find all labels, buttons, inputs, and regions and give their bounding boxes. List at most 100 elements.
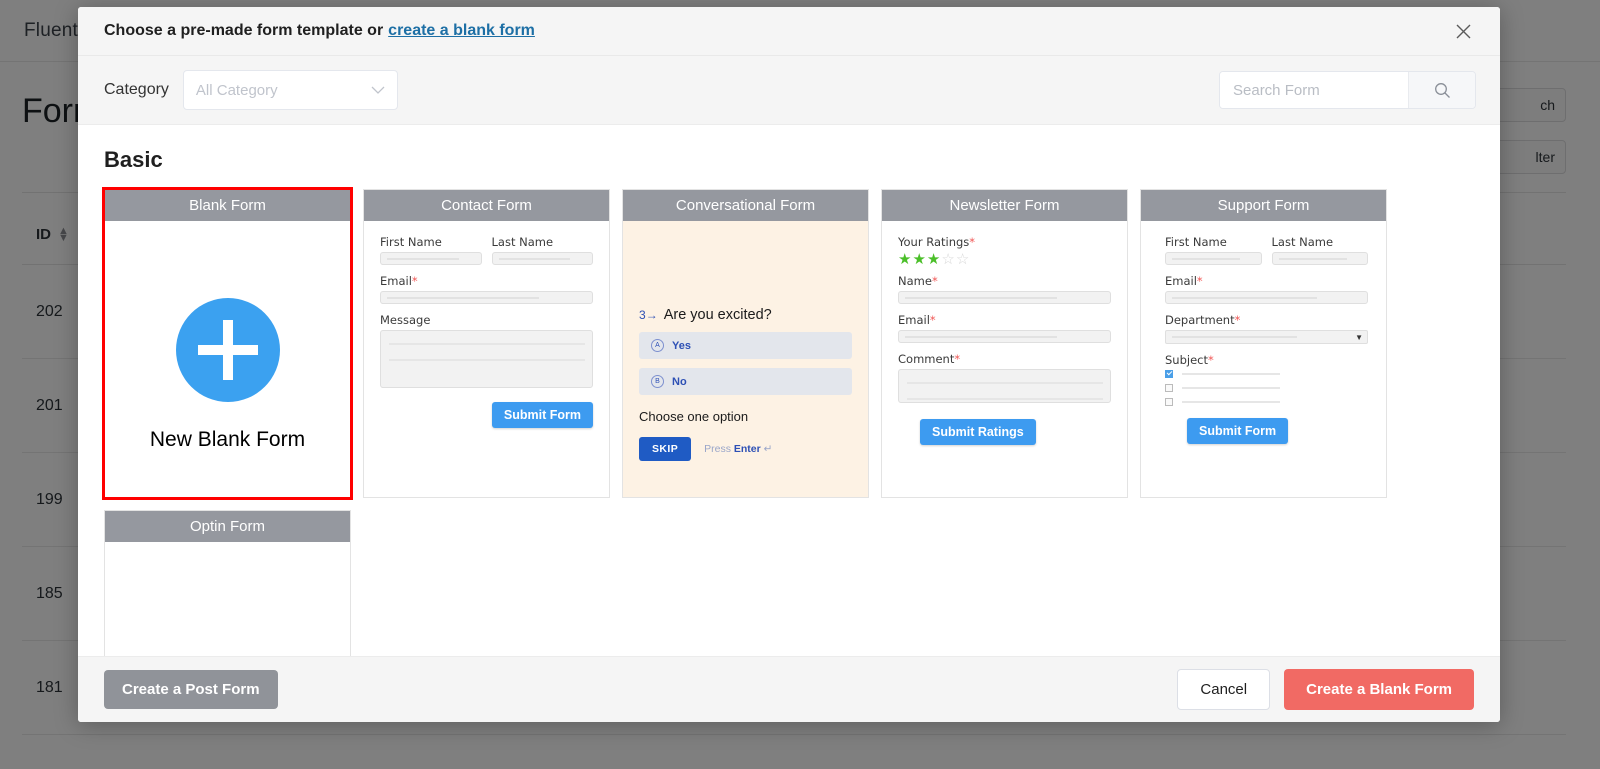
department-select[interactable]: ▼ bbox=[1165, 330, 1368, 344]
contact-form-preview: First Name Last Name Email* Message Subm… bbox=[364, 221, 609, 497]
conversational-form-preview: 3→ Are you excited? A Yes B No Choose on… bbox=[623, 221, 868, 497]
option-yes[interactable]: A Yes bbox=[639, 332, 852, 359]
create-blank-form-link[interactable]: create a blank form bbox=[388, 22, 535, 40]
submit-ratings-button[interactable]: Submit Ratings bbox=[920, 419, 1036, 445]
section-title-basic: Basic bbox=[104, 147, 163, 172]
create-post-form-button[interactable]: Create a Post Form bbox=[104, 670, 278, 709]
modal-toolbar: Category All Category bbox=[78, 56, 1500, 125]
ratings-label: Your Ratings* bbox=[898, 235, 976, 249]
template-card-contact-form[interactable]: Contact Form First Name Last Name Email* bbox=[363, 189, 610, 498]
submit-row: Submit Ratings bbox=[920, 419, 1111, 445]
template-card-title: Support Form bbox=[1141, 190, 1386, 221]
option-key-badge: B bbox=[651, 375, 664, 388]
search-input[interactable] bbox=[1220, 72, 1408, 108]
email-field[interactable] bbox=[380, 291, 593, 304]
conversational-actions: SKIP Press Enter ↵ bbox=[639, 437, 852, 461]
question-number: 3→ bbox=[639, 308, 658, 322]
required-marker: * bbox=[1208, 353, 1214, 367]
option-key-badge: A bbox=[651, 339, 664, 352]
option-no[interactable]: B No bbox=[639, 368, 852, 395]
name-field[interactable] bbox=[898, 291, 1111, 304]
star-icon-filled: ★ bbox=[898, 251, 913, 268]
last-name-label: Last Name bbox=[1271, 235, 1334, 249]
question-row: 3→ Are you excited? bbox=[639, 307, 852, 323]
template-card-title: Newsletter Form bbox=[882, 190, 1127, 221]
cancel-button[interactable]: Cancel bbox=[1177, 669, 1271, 710]
required-marker: * bbox=[1196, 274, 1203, 288]
search-form-group bbox=[1219, 71, 1476, 109]
checkbox-checked-icon[interactable] bbox=[1165, 370, 1173, 378]
last-name-field[interactable] bbox=[1271, 252, 1368, 265]
subject-label: Subject* bbox=[1165, 353, 1214, 367]
name-row: First Name Last Name bbox=[1165, 235, 1368, 274]
option-label: Yes bbox=[672, 339, 691, 352]
category-select[interactable]: All Category bbox=[182, 70, 398, 110]
choose-one-hint: Choose one option bbox=[639, 409, 749, 424]
message-field[interactable] bbox=[380, 330, 593, 388]
blank-form-preview: New Blank Form bbox=[105, 221, 350, 497]
modal-title: Choose a pre-made form template or bbox=[104, 22, 384, 39]
email-label: Email* bbox=[1165, 274, 1203, 288]
comment-label: Comment* bbox=[898, 352, 961, 366]
template-card-title: Contact Form bbox=[364, 190, 609, 221]
template-card-title: Blank Form bbox=[105, 190, 350, 221]
star-icon-empty: ☆ bbox=[941, 251, 956, 268]
email-label: Email* bbox=[380, 274, 418, 288]
first-name-field[interactable] bbox=[1165, 252, 1262, 265]
last-name-label: Last Name bbox=[491, 235, 554, 249]
template-card-optin-form[interactable]: Optin Form bbox=[104, 510, 351, 656]
plus-icon bbox=[175, 298, 280, 402]
skip-button[interactable]: SKIP bbox=[639, 437, 692, 461]
option-label: No bbox=[672, 375, 687, 388]
department-label: Department* bbox=[1165, 313, 1241, 327]
first-name-label: First Name bbox=[380, 235, 442, 249]
email-field[interactable] bbox=[898, 330, 1111, 343]
optin-form-preview bbox=[105, 542, 350, 656]
email-label: Email* bbox=[898, 313, 936, 327]
comment-field[interactable] bbox=[898, 369, 1111, 403]
template-card-title: Optin Form bbox=[105, 511, 350, 542]
option-line bbox=[1182, 387, 1280, 389]
submit-form-button[interactable]: Submit Form bbox=[491, 402, 593, 428]
required-marker: * bbox=[931, 274, 938, 288]
name-row: First Name Last Name bbox=[380, 235, 593, 274]
create-a-blank-form-button[interactable]: Create a Blank Form bbox=[1284, 669, 1474, 710]
template-card-blank-form[interactable]: Blank Form New Blank Form bbox=[102, 187, 353, 500]
new-blank-form-label: New Blank Form bbox=[149, 428, 306, 451]
checkbox-icon[interactable] bbox=[1165, 384, 1173, 392]
option-line bbox=[1182, 401, 1280, 403]
submit-row: Submit Form bbox=[380, 402, 593, 428]
search-icon[interactable] bbox=[1408, 72, 1475, 108]
subject-option[interactable] bbox=[1165, 384, 1368, 392]
subject-option[interactable] bbox=[1165, 398, 1368, 406]
support-form-preview: First Name Last Name Email* Department* … bbox=[1141, 221, 1386, 497]
close-icon[interactable] bbox=[1450, 18, 1476, 44]
first-name-field[interactable] bbox=[380, 252, 482, 265]
required-marker: * bbox=[969, 235, 976, 249]
option-line bbox=[1182, 373, 1280, 375]
modal-footer: Create a Post Form Cancel Create a Blank… bbox=[78, 656, 1500, 722]
footer-actions: Cancel Create a Blank Form bbox=[1177, 669, 1474, 710]
newsletter-form-preview: Your Ratings* ★★★☆☆ Name* Email* Comment… bbox=[882, 221, 1127, 497]
name-label: Name* bbox=[898, 274, 938, 288]
last-name-field[interactable] bbox=[491, 252, 593, 265]
email-field[interactable] bbox=[1165, 291, 1368, 304]
template-card-newsletter-form[interactable]: Newsletter Form Your Ratings* ★★★☆☆ Name… bbox=[881, 189, 1128, 498]
checkbox-icon[interactable] bbox=[1165, 398, 1173, 406]
submit-form-button[interactable]: Submit Form bbox=[1187, 418, 1289, 444]
category-select-value: All Category bbox=[195, 81, 278, 99]
message-label: Message bbox=[380, 313, 431, 327]
template-card-conversational-form[interactable]: Conversational Form 3→ Are you excited? … bbox=[622, 189, 869, 498]
star-icon-empty: ☆ bbox=[955, 251, 971, 268]
press-enter-hint: Press Enter ↵ bbox=[704, 443, 773, 455]
question-text: Are you excited? bbox=[663, 307, 772, 323]
subject-option[interactable] bbox=[1165, 370, 1368, 378]
star-icon-filled: ★ bbox=[926, 251, 942, 268]
template-card-support-form[interactable]: Support Form First Name Last Name Email* bbox=[1140, 189, 1387, 498]
template-card-title: Conversational Form bbox=[623, 190, 868, 221]
category-label: Category bbox=[104, 81, 169, 98]
required-marker: * bbox=[954, 352, 961, 366]
star-rating[interactable]: ★★★☆☆ bbox=[898, 252, 1111, 267]
required-marker: * bbox=[929, 313, 936, 327]
required-marker: * bbox=[1234, 313, 1241, 327]
